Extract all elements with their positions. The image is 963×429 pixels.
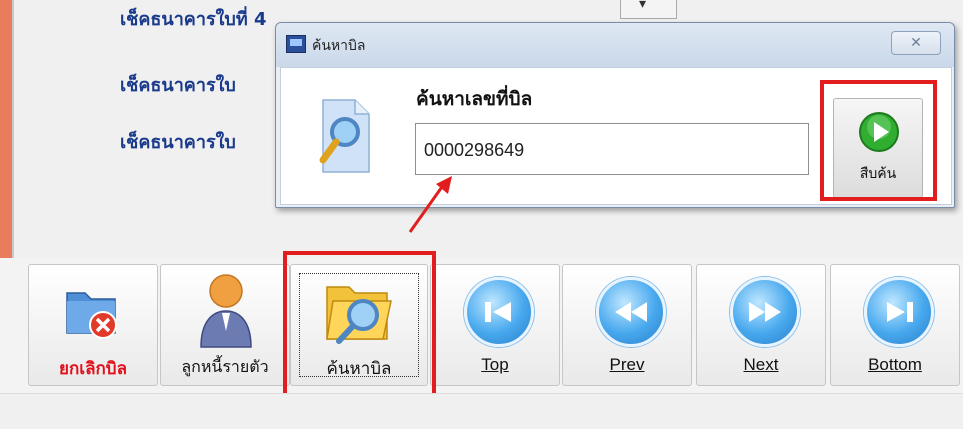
main-window: เช็คธนาคารใบที่ 4 เช็คธนาคารใบ เช็คธนาคา… — [0, 0, 963, 429]
highlight-box-search-button — [820, 80, 937, 201]
close-icon: ✕ — [910, 35, 922, 51]
debtor-detail-button[interactable]: ลูกหนี้รายตัว — [160, 264, 290, 386]
debtor-person-icon — [200, 274, 252, 348]
top-button[interactable]: Top — [430, 264, 560, 386]
prev-label-text: Prev — [609, 355, 645, 374]
window-app-icon — [286, 35, 306, 53]
dialog-title: ค้นหาบิล — [312, 38, 366, 54]
bottom-label: Bottom — [831, 355, 959, 375]
bill-number-input[interactable]: 0000298649 — [415, 123, 809, 175]
chevron-down-icon: ▾ — [639, 0, 647, 12]
dropdown-partial[interactable]: ▾ — [620, 0, 677, 19]
cancel-folder-icon — [66, 292, 117, 339]
rewind-icon — [596, 277, 666, 347]
highlight-box-search-bill-button — [283, 251, 436, 402]
document-search-icon — [319, 99, 370, 173]
cheque-label-1: เช็คธนาคารใบที่ 4 — [120, 9, 267, 30]
prev-label: Prev — [563, 355, 691, 375]
bottom-button[interactable]: Bottom — [830, 264, 960, 386]
cancel-bill-button[interactable]: ยกเลิกบิล — [28, 264, 158, 386]
next-button[interactable]: Next — [696, 264, 826, 386]
close-button[interactable]: ✕ — [891, 31, 941, 55]
search-bill-number-label: ค้นหาเลขที่บิล — [416, 88, 533, 110]
cheque-label-3: เช็คธนาคารใบ — [120, 132, 236, 153]
top-label-text: Top — [481, 355, 509, 374]
window-left-edge — [0, 0, 12, 260]
next-label-text: Next — [743, 355, 779, 374]
window-left-border — [12, 0, 14, 260]
annotation-arrow — [408, 176, 452, 233]
skip-last-icon — [864, 277, 934, 347]
status-bar — [0, 393, 963, 429]
cheque-label-2: เช็คธนาคารใบ — [120, 75, 236, 96]
debtor-detail-label: ลูกหนี้รายตัว — [181, 359, 269, 376]
skip-first-icon — [464, 277, 534, 347]
cancel-bill-label: ยกเลิกบิล — [59, 359, 127, 378]
prev-button[interactable]: Prev — [562, 264, 692, 386]
dialog-titlebar: ค้นหาบิล ✕ — [276, 23, 954, 67]
fast-forward-icon — [730, 277, 800, 347]
top-label: Top — [431, 355, 559, 375]
bottom-label-text: Bottom — [868, 355, 922, 374]
navigation-toolbar: ยกเลิกบิล ลูกหนี้รายตัว ค้นหาบิล Top Pre… — [0, 258, 963, 393]
next-label: Next — [697, 355, 825, 375]
